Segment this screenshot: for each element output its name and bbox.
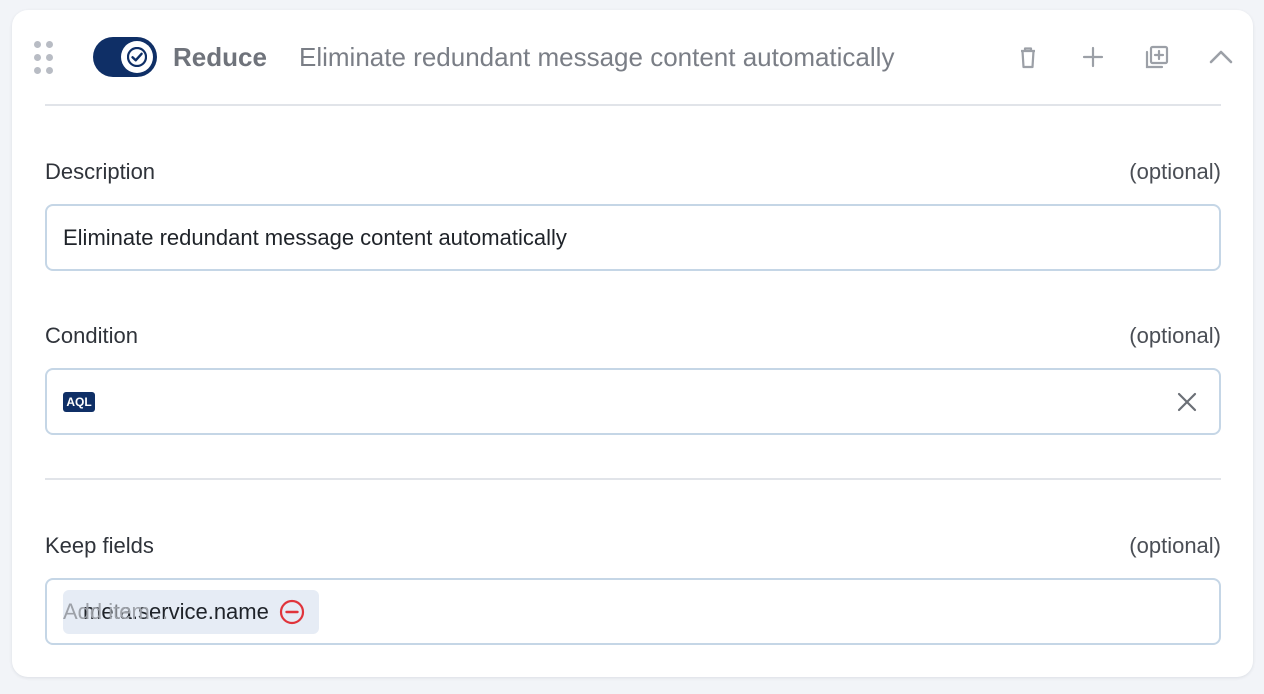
condition-label: Condition: [45, 323, 138, 348]
delete-button[interactable]: [1010, 39, 1046, 75]
description-field[interactable]: [45, 204, 1221, 271]
drag-handle-icon[interactable]: [34, 41, 56, 75]
step-summary: Eliminate redundant message content auto…: [299, 42, 895, 72]
enable-toggle[interactable]: [93, 37, 157, 77]
keep-fields-optional: (optional): [1129, 533, 1221, 558]
aql-badge: AQL: [63, 392, 95, 412]
toggle-knob: [121, 41, 153, 73]
condition-field[interactable]: AQL: [45, 368, 1221, 435]
step-header: Reduce Eliminate redundant message conte…: [12, 10, 1253, 106]
duplicate-button[interactable]: [1139, 39, 1175, 75]
add-item-input[interactable]: [63, 580, 1193, 643]
trash-icon: [1021, 47, 1035, 69]
condition-optional: (optional): [1129, 323, 1221, 348]
check-circle-icon: [127, 47, 147, 67]
close-icon[interactable]: [1175, 390, 1199, 414]
keep-fields-field[interactable]: meta.service.name: [45, 578, 1221, 645]
description-label: Description: [45, 159, 156, 184]
header-divider: [45, 104, 1221, 106]
section-divider: [45, 478, 1221, 480]
keep-fields-label: Keep fields: [45, 533, 154, 558]
plus-icon: [1082, 46, 1104, 68]
step-name: Reduce: [173, 42, 267, 72]
reduce-step-card: Reduce Eliminate redundant message conte…: [12, 10, 1253, 677]
duplicate-icon: [1145, 45, 1169, 69]
collapse-button[interactable]: [1203, 39, 1239, 75]
add-step-button[interactable]: [1075, 39, 1111, 75]
description-optional: (optional): [1129, 159, 1221, 184]
chevron-up-icon: [1209, 50, 1233, 64]
description-input[interactable]: [63, 206, 1193, 269]
